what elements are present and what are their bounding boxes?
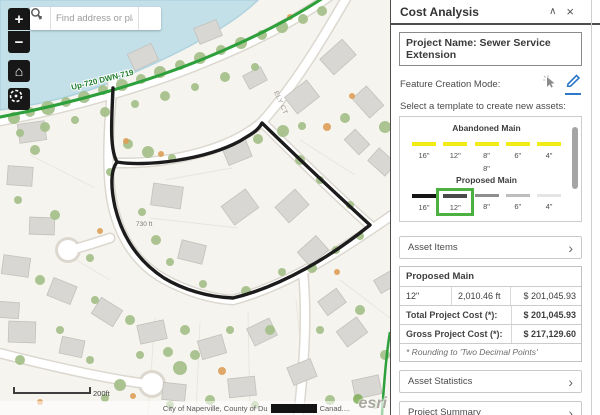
- template-size-label: 16": [409, 203, 439, 212]
- line-swatch: [506, 142, 530, 146]
- template-size-label: 12": [440, 151, 470, 160]
- asset-statistics-label: Asset Statistics: [408, 376, 568, 387]
- template-size-label: 4": [534, 151, 564, 160]
- feature-creation-mode-label: Feature Creation Mode:: [400, 79, 534, 90]
- pencil-icon: [565, 73, 581, 87]
- template-size-label: 6": [503, 151, 533, 160]
- pipe-size-cell: 12": [400, 287, 452, 305]
- project-summary-section[interactable]: Project Summary ›: [399, 401, 582, 415]
- gross-cost-value: $ 217,129.60: [511, 325, 581, 343]
- search-button[interactable]: [138, 7, 161, 30]
- line-swatch: [475, 194, 499, 198]
- template-item-abandoned-12[interactable]: 12": [440, 140, 470, 160]
- gross-cost-label: Gross Project Cost (*):: [400, 325, 511, 343]
- line-swatch: [506, 194, 530, 198]
- template-select-label: Select a template to create new assets:: [400, 101, 581, 112]
- redacted-text: [271, 404, 317, 413]
- cost-table: Proposed Main 12" 2,010.46 ft $ 201,045.…: [399, 266, 582, 362]
- app-window: Up-720 DWN-719 ELY CT 730 ft 200ft + − ⌂…: [0, 0, 600, 415]
- total-cost-label: Total Project Cost (*):: [400, 306, 511, 324]
- template-scrollbar-thumb[interactable]: [572, 127, 578, 189]
- panel-header: Cost Analysis ∧ ×: [391, 0, 600, 25]
- template-group-title: Abandoned Main: [404, 123, 569, 133]
- template-item-abandoned-4[interactable]: 4": [534, 140, 564, 160]
- close-icon[interactable]: ×: [566, 5, 574, 18]
- search-input[interactable]: [51, 7, 138, 30]
- template-size-label: 16": [409, 151, 439, 160]
- cost-table-group-header: Proposed Main: [400, 267, 581, 287]
- template-size-label: 4": [534, 202, 564, 211]
- template-item-proposed-6[interactable]: 6": [503, 192, 533, 212]
- template-item-abandoned-8[interactable]: 8": [472, 140, 502, 160]
- parcel-label: 730 ft: [136, 221, 152, 228]
- total-cost-value: $ 201,045.93: [511, 306, 581, 324]
- collapse-icon[interactable]: ∧: [549, 7, 556, 17]
- home-button[interactable]: ⌂: [8, 60, 30, 82]
- line-swatch: [475, 142, 499, 146]
- cul-de-sac: [141, 373, 163, 395]
- panel-body: Project Name: Sewer Service Extension Fe…: [391, 25, 600, 415]
- magic-cursor-icon: [542, 74, 557, 89]
- line-swatch: [537, 142, 561, 146]
- asset-statistics-section[interactable]: Asset Statistics ›: [399, 370, 582, 393]
- chevron-right-icon: ›: [568, 408, 573, 415]
- template-item-abandoned-6[interactable]: 6": [503, 140, 533, 160]
- line-swatch: [412, 142, 436, 146]
- template-item-abandoned-16[interactable]: 16": [409, 140, 439, 160]
- template-size-label: 8": [472, 202, 502, 211]
- line-swatch: [443, 142, 467, 146]
- search-icon: [30, 7, 43, 20]
- total-cost-row: Total Project Cost (*): $ 201,045.93: [400, 306, 581, 325]
- template-size-label: 6": [503, 202, 533, 211]
- abandoned-main-row: 16" 12" 8" 6": [404, 140, 569, 160]
- zoom-out-button[interactable]: −: [8, 31, 30, 53]
- proposed-main-row: 16" 12" 8" 6": [404, 192, 569, 212]
- cost-analysis-panel: Cost Analysis ∧ × Project Name: Sewer Se…: [390, 0, 600, 415]
- template-group-title: Proposed Valves: [404, 221, 569, 223]
- template-size-label: 12": [440, 203, 470, 212]
- chevron-right-icon: ›: [568, 377, 573, 387]
- chevron-right-icon: ›: [568, 243, 573, 253]
- line-swatch: [443, 194, 467, 198]
- attribution-text-left: City of Naperville, County of Du: [163, 404, 268, 413]
- rounding-note: * Rounding to 'Two Decimal Points': [400, 344, 581, 361]
- map-graphics: Up-720 DWN-719 ELY CT 730 ft 200ft: [0, 0, 390, 415]
- cul-de-sac: [58, 240, 78, 260]
- attribution-bar: City of Naperville, County of Du Canad..…: [0, 401, 390, 415]
- pipe-length-cell: 2,010.46 ft: [452, 287, 511, 305]
- template-list: Abandoned Main 16" 12" 8": [399, 116, 582, 222]
- esri-logo-text: esri: [359, 395, 387, 412]
- template-item-proposed-12-selected[interactable]: 12": [440, 192, 470, 212]
- search-bar: ▼: [30, 7, 161, 30]
- draw-tool-button[interactable]: [565, 73, 581, 95]
- feature-creation-mode-row: Feature Creation Mode:: [400, 73, 581, 95]
- template-item-proposed-4[interactable]: 4": [534, 192, 564, 212]
- pipe-cost-cell: $ 201,045.93: [511, 287, 581, 305]
- template-size-label: 8": [472, 151, 502, 160]
- smart-select-tool-button[interactable]: [542, 74, 557, 94]
- line-swatch: [537, 194, 561, 198]
- locate-icon: [8, 88, 24, 104]
- gross-cost-row: Gross Project Cost (*): $ 217,129.60: [400, 325, 581, 344]
- asset-items-label: Asset Items: [408, 242, 568, 253]
- project-name-box: Project Name: Sewer Service Extension: [399, 32, 582, 66]
- scale-label: 200ft: [93, 389, 111, 398]
- zoom-in-button[interactable]: +: [8, 8, 30, 30]
- panel-title: Cost Analysis: [400, 5, 539, 19]
- template-group-title: Proposed Main: [404, 175, 569, 185]
- map-canvas[interactable]: Up-720 DWN-719 ELY CT 730 ft 200ft + − ⌂…: [0, 0, 390, 415]
- template-item-proposed-16[interactable]: 16": [409, 192, 439, 212]
- template-item-proposed-8[interactable]: 8": [472, 192, 502, 212]
- scale-bar: 200ft: [14, 387, 111, 398]
- project-summary-label: Project Summary: [408, 407, 568, 415]
- esri-logo: esri: [359, 395, 387, 415]
- locate-button[interactable]: [8, 88, 30, 110]
- line-swatch: [412, 194, 436, 198]
- attribution-text-right: Canad....: [320, 404, 350, 413]
- asset-items-section[interactable]: Asset Items ›: [399, 236, 582, 259]
- template-item-abandoned-8-overflow[interactable]: 8": [404, 164, 569, 173]
- cost-table-row: 12" 2,010.46 ft $ 201,045.93: [400, 287, 581, 306]
